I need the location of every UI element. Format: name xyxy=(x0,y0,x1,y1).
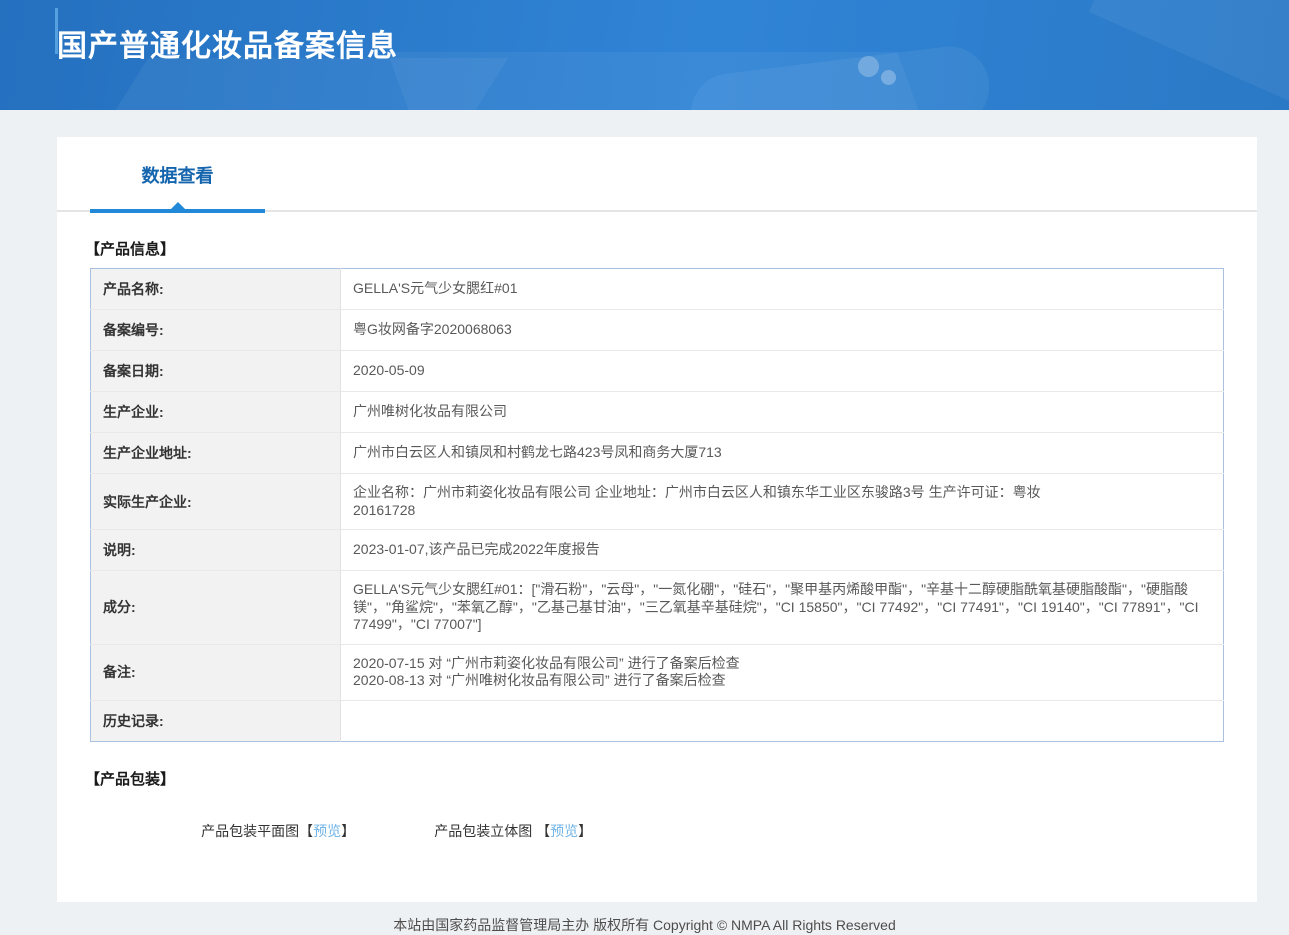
banner-decor-circle-small xyxy=(881,70,896,85)
bracket-close: 】 xyxy=(578,822,593,839)
page-title: 国产普通化妆品备案信息 xyxy=(57,30,398,63)
row-label: 产品名称: xyxy=(90,268,341,310)
packaging-flat-image-group: 产品包装平面图【预览】 xyxy=(170,805,355,857)
packaging-section-title: 【产品包装】 xyxy=(85,770,176,788)
active-tab-indicator xyxy=(90,209,265,213)
page-header-banner: 国产普通化妆品备案信息 xyxy=(0,0,1289,110)
row-label: 成分: xyxy=(90,570,341,644)
row-description: 说明: 2023-01-07,该产品已完成2022年度报告 xyxy=(90,529,1224,571)
row-label: 生产企业地址: xyxy=(90,432,341,474)
row-filing-number: 备案编号: 粤G妆网备字2020068063 xyxy=(90,309,1224,351)
row-manufacturer: 生产企业: 广州唯树化妆品有限公司 xyxy=(90,391,1224,433)
packaging-flat-image-label: 产品包装平面图 xyxy=(201,822,300,839)
row-label: 备案日期: xyxy=(90,350,341,392)
content-card: 数据查看 【产品信息】 产品名称: GELLA'S元气少女腮红#01 备案编号:… xyxy=(57,137,1257,902)
row-value: 企业名称：广州市莉姿化妆品有限公司 企业地址：广州市白云区人和镇东华工业区东骏路… xyxy=(340,473,1224,530)
row-value: 2020-05-09 xyxy=(340,350,1224,392)
tab-underline-rule xyxy=(57,202,1257,213)
preview-link-3d-image[interactable]: 预览 xyxy=(550,823,578,839)
row-filing-date: 备案日期: 2020-05-09 xyxy=(90,350,1224,392)
row-label: 实际生产企业: xyxy=(90,473,341,530)
row-label: 生产企业: xyxy=(90,391,341,433)
row-actual-manufacturer: 实际生产企业: 企业名称：广州市莉姿化妆品有限公司 企业地址：广州市白云区人和镇… xyxy=(90,473,1224,530)
row-label: 历史记录: xyxy=(90,699,341,741)
row-value: 广州市白云区人和镇凤和村鹤龙七路423号凤和商务大厦713 xyxy=(340,432,1224,474)
row-value: GELLA'S元气少女腮红#01：["滑石粉"，"云母"，"一氮化硼"，"硅石"… xyxy=(340,570,1224,644)
packaging-3d-image-label: 产品包装立体图 xyxy=(434,822,537,839)
bracket-open: 【 xyxy=(536,822,551,839)
bracket-close: 】 xyxy=(341,822,356,839)
row-product-name: 产品名称: GELLA'S元气少女腮红#01 xyxy=(90,268,1224,310)
row-manufacturer-address: 生产企业地址: 广州市白云区人和镇凤和村鹤龙七路423号凤和商务大厦713 xyxy=(90,432,1224,474)
row-value: 粤G妆网备字2020068063 xyxy=(340,309,1224,351)
packaging-row: 产品包装平面图【预览】 产品包装立体图 【预览】 xyxy=(170,805,1224,857)
product-info-table: 产品名称: GELLA'S元气少女腮红#01 备案编号: 粤G妆网备字20200… xyxy=(90,268,1224,742)
active-tab-arrow xyxy=(171,202,185,209)
row-label: 备案编号: xyxy=(90,309,341,351)
packaging-3d-image-group: 产品包装立体图 【预览】 xyxy=(403,805,592,857)
bracket-open: 【 xyxy=(299,822,314,839)
product-info-section-title: 【产品信息】 xyxy=(85,241,176,258)
row-value: GELLA'S元气少女腮红#01 xyxy=(353,280,518,297)
row-value: 2020-07-15 对 “广州市莉姿化妆品有限公司” 进行了备案后检查 202… xyxy=(340,643,1224,700)
row-value: 2023-01-07,该产品已完成2022年度报告 xyxy=(340,529,1224,571)
page-footer: 本站由国家药品监督管理局主办 版权所有 Copyright © NMPA All… xyxy=(0,915,1289,935)
row-history: 历史记录: xyxy=(90,699,1224,741)
tab-bar: 数据查看 xyxy=(57,137,1257,213)
row-label: 备注: xyxy=(90,643,341,700)
copyright-text: 本站由国家药品监督管理局主办 版权所有 Copyright © NMPA All… xyxy=(393,916,896,933)
row-label: 说明: xyxy=(90,529,341,571)
preview-link-flat-image[interactable]: 预览 xyxy=(313,823,341,839)
tab-data-view[interactable]: 数据查看 xyxy=(90,162,265,188)
row-value xyxy=(340,699,1224,741)
row-remarks: 备注: 2020-07-15 对 “广州市莉姿化妆品有限公司” 进行了备案后检查… xyxy=(90,643,1224,700)
tab-data-view-label: 数据查看 xyxy=(141,166,214,186)
row-value: 广州唯树化妆品有限公司 xyxy=(340,391,1224,433)
row-ingredients: 成分: GELLA'S元气少女腮红#01：["滑石粉"，"云母"，"一氮化硼"，… xyxy=(90,570,1224,644)
